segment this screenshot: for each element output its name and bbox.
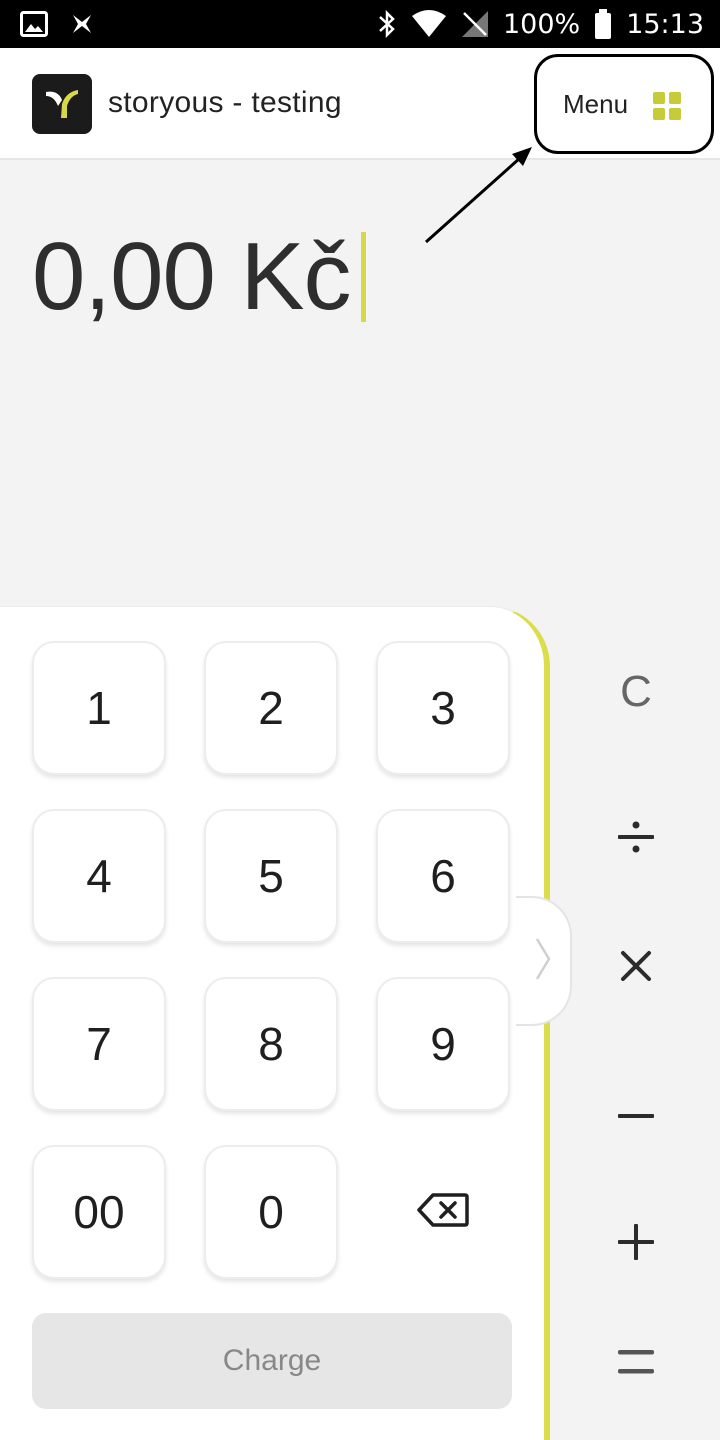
equals-icon [616, 1347, 656, 1382]
divide-icon [616, 817, 656, 862]
key-5[interactable]: 5 [204, 809, 338, 943]
key-2[interactable]: 2 [204, 641, 338, 775]
backspace-icon [417, 1185, 469, 1239]
amount-value: 0,00 Kč [32, 223, 352, 330]
keypad-panel: 1 2 3 4 5 6 7 8 9 00 0 Charge [0, 606, 550, 1440]
key-4[interactable]: 4 [32, 809, 166, 943]
multiply-icon [619, 949, 653, 988]
divide-button[interactable] [596, 799, 676, 879]
plus-button[interactable] [596, 1204, 676, 1284]
keypad-collapse-tab[interactable] [516, 896, 572, 1026]
charge-button[interactable]: Charge [32, 1313, 512, 1409]
clear-button[interactable]: C [596, 652, 676, 732]
key-7[interactable]: 7 [32, 977, 166, 1111]
text-caret [360, 232, 366, 322]
plus-icon [616, 1222, 656, 1267]
backspace-button[interactable] [376, 1145, 510, 1279]
key-8[interactable]: 8 [204, 977, 338, 1111]
multiply-button[interactable] [596, 928, 676, 1008]
amount-display: 0,00 Kč [32, 222, 366, 332]
minus-button[interactable] [596, 1076, 676, 1156]
key-3[interactable]: 3 [376, 641, 510, 775]
key-6[interactable]: 6 [376, 809, 510, 943]
chevron-right-icon [534, 937, 552, 986]
key-00[interactable]: 00 [32, 1145, 166, 1279]
key-0[interactable]: 0 [204, 1145, 338, 1279]
key-1[interactable]: 1 [32, 641, 166, 775]
minus-icon [617, 1107, 655, 1125]
key-9[interactable]: 9 [376, 977, 510, 1111]
equals-button[interactable] [596, 1324, 676, 1404]
